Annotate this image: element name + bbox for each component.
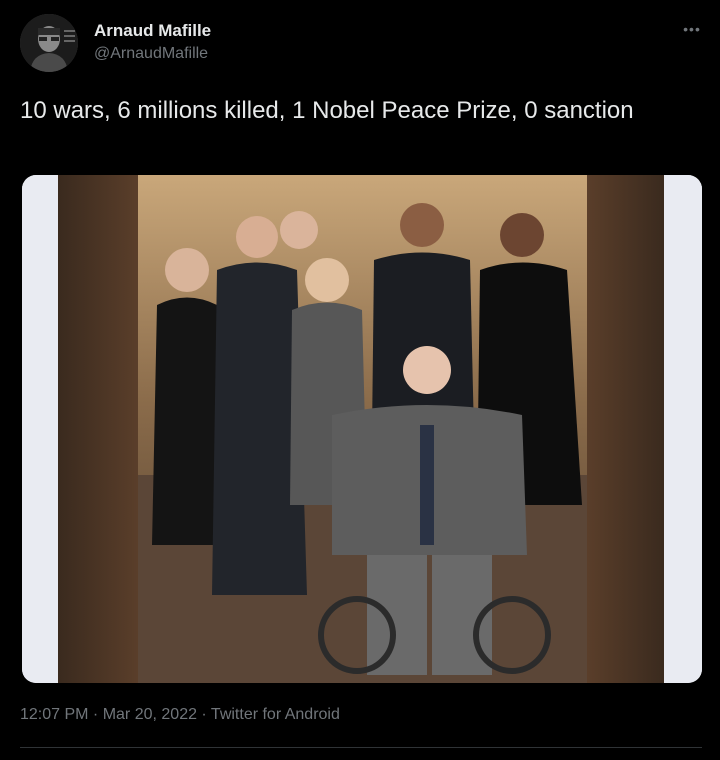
- author-handle[interactable]: @ArnaudMafille: [94, 45, 208, 63]
- tweet: Arnaud Mafille @ArnaudMafille ••• 10 war…: [0, 0, 720, 760]
- author-avatar[interactable]: [20, 14, 78, 72]
- tweet-date[interactable]: Mar 20, 2022: [103, 706, 197, 723]
- tweet-photo[interactable]: [22, 175, 702, 683]
- divider: [20, 747, 702, 748]
- more-horizontal-icon[interactable]: •••: [680, 21, 704, 37]
- user-avatar-icon: [20, 14, 78, 72]
- tweet-source[interactable]: Twitter for Android: [211, 706, 340, 723]
- meta-separator: ·: [196, 706, 211, 723]
- tweet-meta: 12:07 PM · Mar 20, 2022 · Twitter for An…: [20, 706, 340, 724]
- tweet-text: 10 wars, 6 millions killed, 1 Nobel Peac…: [20, 97, 634, 124]
- tweet-time[interactable]: 12:07 PM: [20, 706, 88, 723]
- meta-separator: ·: [88, 706, 103, 723]
- group-photo-image: [22, 175, 702, 683]
- author-name[interactable]: Arnaud Mafille: [94, 21, 211, 41]
